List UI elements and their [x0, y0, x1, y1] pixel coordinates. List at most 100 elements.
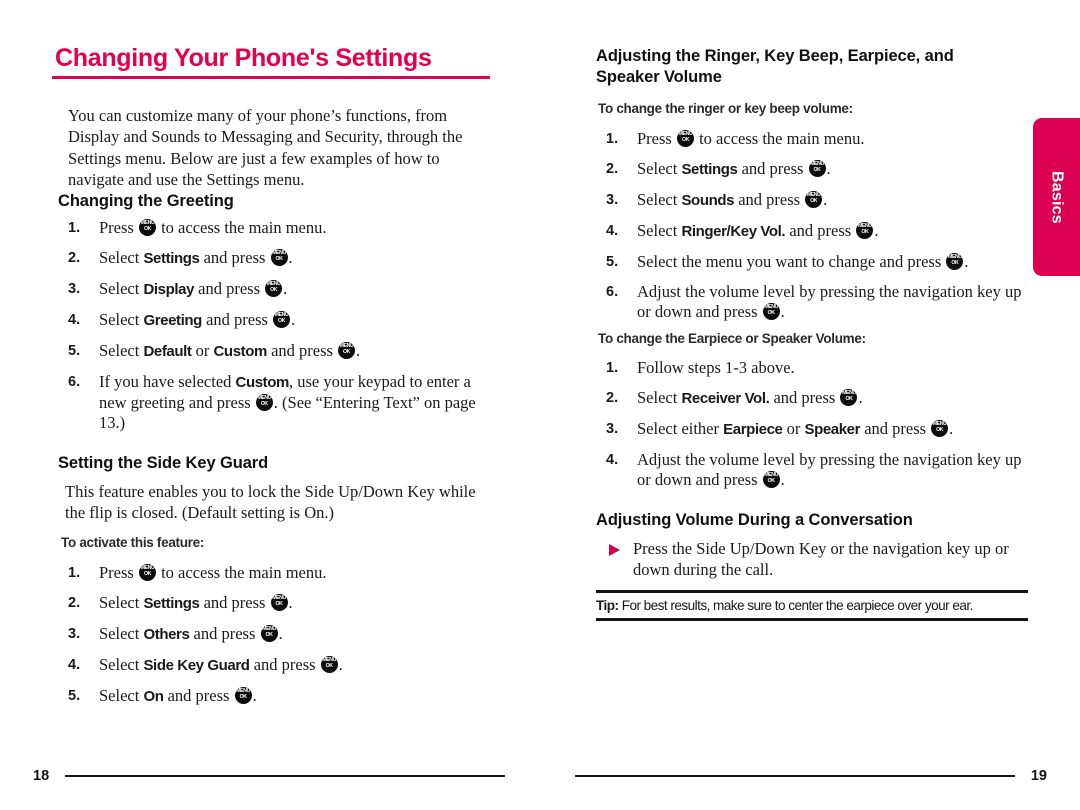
section-heading-side-key-guard: Setting the Side Key Guard: [58, 454, 269, 472]
step-text: Follow steps 1-3 above.: [637, 358, 795, 377]
step-text: Select Display and press MENU OK.: [99, 279, 288, 298]
menu-ok-key-icon: MENU OK: [255, 394, 273, 411]
step-item: 4. Adjust the volume level by pressing th…: [606, 450, 1026, 490]
step-text: Select Receiver Vol. and press MENU OK.: [637, 388, 863, 407]
step-number: 2.: [606, 161, 619, 177]
page-number-left: 18: [33, 768, 50, 784]
step-item: 5. Select the menu you want to change and…: [606, 252, 1026, 272]
menu-ok-key-icon: MENU OK: [270, 594, 288, 611]
menu-ok-key-icon: MENU OK: [762, 471, 780, 488]
step-item: 6. If you have selected Custom, use your …: [68, 372, 498, 433]
section-heading-adjusting-volume: Adjusting the Ringer, Key Beep, Earpiece…: [596, 47, 954, 86]
step-text: Press MENU OK to access the main menu.: [99, 218, 327, 237]
step-item: 2. Select Settings and press MENU OK.: [68, 593, 498, 614]
step-text: Adjust the volume level by pressing the …: [637, 282, 1022, 321]
side-tab-label: Basics: [1048, 170, 1066, 224]
step-number: 6.: [606, 284, 619, 300]
side-tab-basics[interactable]: Basics: [1033, 118, 1080, 276]
step-number: 3.: [606, 421, 619, 437]
step-item: 2. Select Receiver Vol. and press MENU OK.: [606, 388, 1026, 409]
bullet-text: Press the Side Up/Down Key or the naviga…: [633, 539, 1009, 579]
intro-paragraph: You can customize many of your phone’s f…: [68, 105, 463, 190]
step-number: 2.: [68, 250, 81, 266]
section-heading-changing-the-greeting: Changing the Greeting: [58, 192, 234, 210]
step-text: Select Greeting and press MENU OK.: [99, 310, 296, 329]
bullet-item: Press the Side Up/Down Key or the naviga…: [606, 539, 1031, 580]
menu-ok-key-icon: MENU OK: [273, 311, 291, 328]
menu-ok-key-icon: MENU OK: [234, 687, 252, 704]
menu-ok-key-icon: MENU OK: [946, 253, 964, 270]
steps-side-key-guard: 1. Press MENU OK to access the main menu. 2…: [68, 563, 498, 717]
left-page: Changing Your Phone's Settings You can c…: [0, 0, 540, 810]
menu-ok-key-icon: MENU OK: [856, 222, 874, 239]
step-text: Select Side Key Guard and press MENU OK.: [99, 655, 343, 674]
step-text: Press MENU OK to access the main menu.: [637, 129, 865, 148]
step-item: 3. Select Display and press MENU OK.: [68, 279, 498, 300]
steps-changing-the-greeting: 1. Press MENU OK to access the main menu. 2…: [68, 218, 498, 443]
step-number: 5.: [606, 254, 619, 270]
step-number: 5.: [68, 343, 81, 359]
menu-ok-key-icon: MENU OK: [840, 389, 858, 406]
menu-ok-key-icon: MENU OK: [931, 420, 949, 437]
step-number: 3.: [68, 281, 81, 297]
tip-label: Tip:: [596, 598, 619, 613]
menu-ok-key-icon: MENU OK: [265, 280, 283, 297]
steps-earpiece-speaker: 1. Follow steps 1-3 above. 2. Select Receiv…: [606, 358, 1026, 500]
step-text: Select Others and press MENU OK.: [99, 624, 283, 643]
triangle-bullet-icon: [609, 544, 620, 556]
step-text: Select Ringer/Key Vol. and press MENU OK.: [637, 221, 879, 240]
step-item: 4. Select Ringer/Key Vol. and press MENU O…: [606, 221, 1026, 242]
step-number: 2.: [606, 390, 619, 406]
menu-ok-key-icon: MENU OK: [676, 130, 694, 147]
step-text: Select Sounds and press MENU OK.: [637, 190, 828, 209]
menu-ok-key-icon: MENU OK: [138, 564, 156, 581]
menu-ok-key-icon: MENU OK: [260, 625, 278, 642]
step-item: 1. Press MENU OK to access the main menu.: [68, 218, 498, 238]
step-number: 1.: [606, 131, 619, 147]
step-text: Select Settings and press MENU OK.: [99, 248, 293, 267]
step-number: 3.: [68, 626, 81, 642]
subhead-earpiece-speaker: To change the Earpiece or Speaker Volume…: [598, 331, 866, 346]
step-text: Select Default or Custom and press MENU O…: [99, 341, 361, 360]
step-text: Select Settings and press MENU OK.: [637, 159, 831, 178]
menu-ok-key-icon: MENU OK: [762, 303, 780, 320]
tip-text: Tip: For best results, make sure to cent…: [596, 598, 1028, 613]
side-key-guard-body: This feature enables you to lock the Sid…: [65, 482, 476, 522]
step-number: 4.: [606, 452, 619, 468]
bullets-volume-during-conversation: Press the Side Up/Down Key or the naviga…: [606, 539, 1031, 580]
step-item: 2. Select Settings and press MENU OK.: [68, 248, 498, 269]
tip-body: For best results, make sure to center th…: [618, 598, 974, 613]
right-page: Adjusting the Ringer, Key Beep, Earpiece…: [540, 0, 1080, 810]
step-item: 1. Press MENU OK to access the main menu.: [606, 129, 1026, 149]
step-number: 3.: [606, 192, 619, 208]
step-item: 1. Press MENU OK to access the main menu.: [68, 563, 498, 583]
menu-ok-key-icon: MENU OK: [270, 249, 288, 266]
step-number: 5.: [68, 688, 81, 704]
menu-ok-key-icon: MENU OK: [808, 160, 826, 177]
step-number: 2.: [68, 595, 81, 611]
step-number: 4.: [606, 223, 619, 239]
step-number: 4.: [68, 657, 81, 673]
page-number-right: 19: [1030, 768, 1047, 784]
step-number: 4.: [68, 312, 81, 328]
footer-rule-right: [575, 774, 1015, 777]
step-text: Adjust the volume level by pressing the …: [637, 450, 1022, 489]
step-text: Select the menu you want to change and p…: [637, 252, 969, 271]
step-item: 3. Select either Earpiece or Speaker and …: [606, 419, 1026, 440]
step-item: 5. Select Default or Custom and press MEN…: [68, 341, 498, 362]
step-number: 6.: [68, 374, 81, 390]
subhead-to-activate-this-feature: To activate this feature:: [61, 535, 205, 550]
section-heading-volume-during-conversation: Adjusting Volume During a Conversation: [596, 511, 913, 529]
step-item: 6. Adjust the volume level by pressing th…: [606, 282, 1026, 322]
steps-ringer-key-beep: 1. Press MENU OK to access the main menu. 2…: [606, 129, 1026, 332]
step-number: 1.: [68, 565, 81, 581]
menu-ok-key-icon: MENU OK: [138, 219, 156, 236]
step-item: 3. Select Others and press MENU OK.: [68, 624, 498, 645]
subhead-ringer-key-beep: To change the ringer or key beep volume:: [598, 101, 853, 116]
step-item: 2. Select Settings and press MENU OK.: [606, 159, 1026, 180]
step-item: 3. Select Sounds and press MENU OK.: [606, 190, 1026, 211]
footer-rule-left: [65, 774, 505, 777]
step-item: 4. Select Side Key Guard and press MENU OK…: [68, 655, 498, 676]
menu-ok-key-icon: MENU OK: [338, 342, 356, 359]
step-item: 5. Select On and press MENU OK.: [68, 686, 498, 707]
